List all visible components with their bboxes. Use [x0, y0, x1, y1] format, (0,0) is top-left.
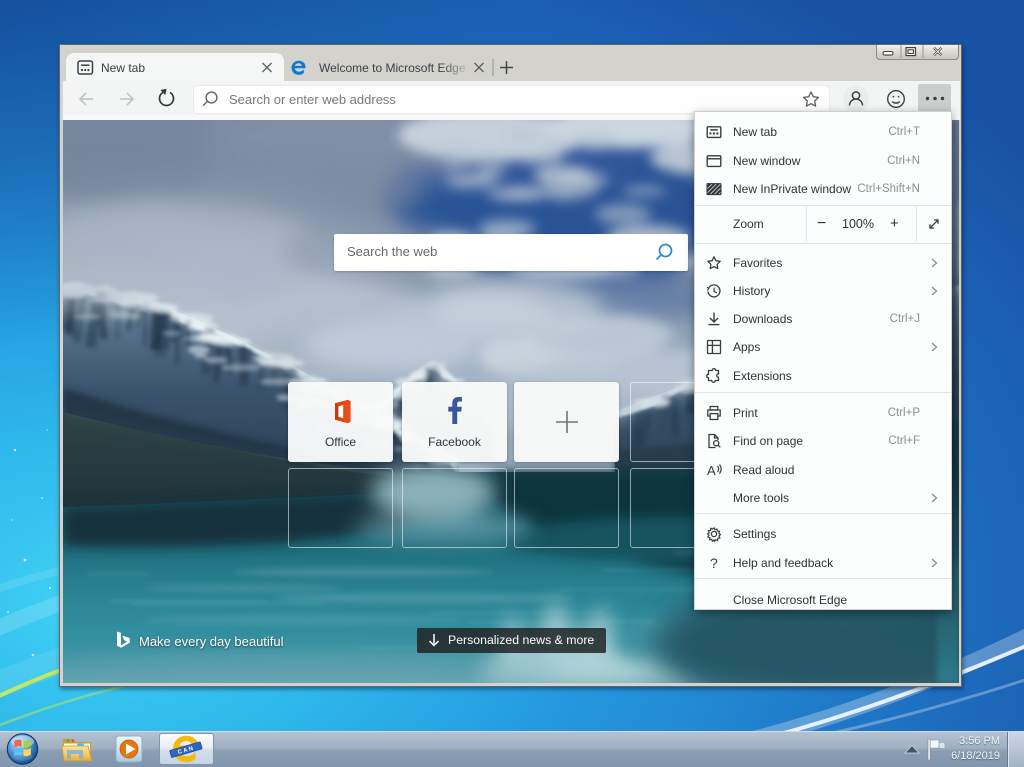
svg-text:?: ? [710, 555, 718, 571]
svg-text:A: A [707, 463, 716, 478]
